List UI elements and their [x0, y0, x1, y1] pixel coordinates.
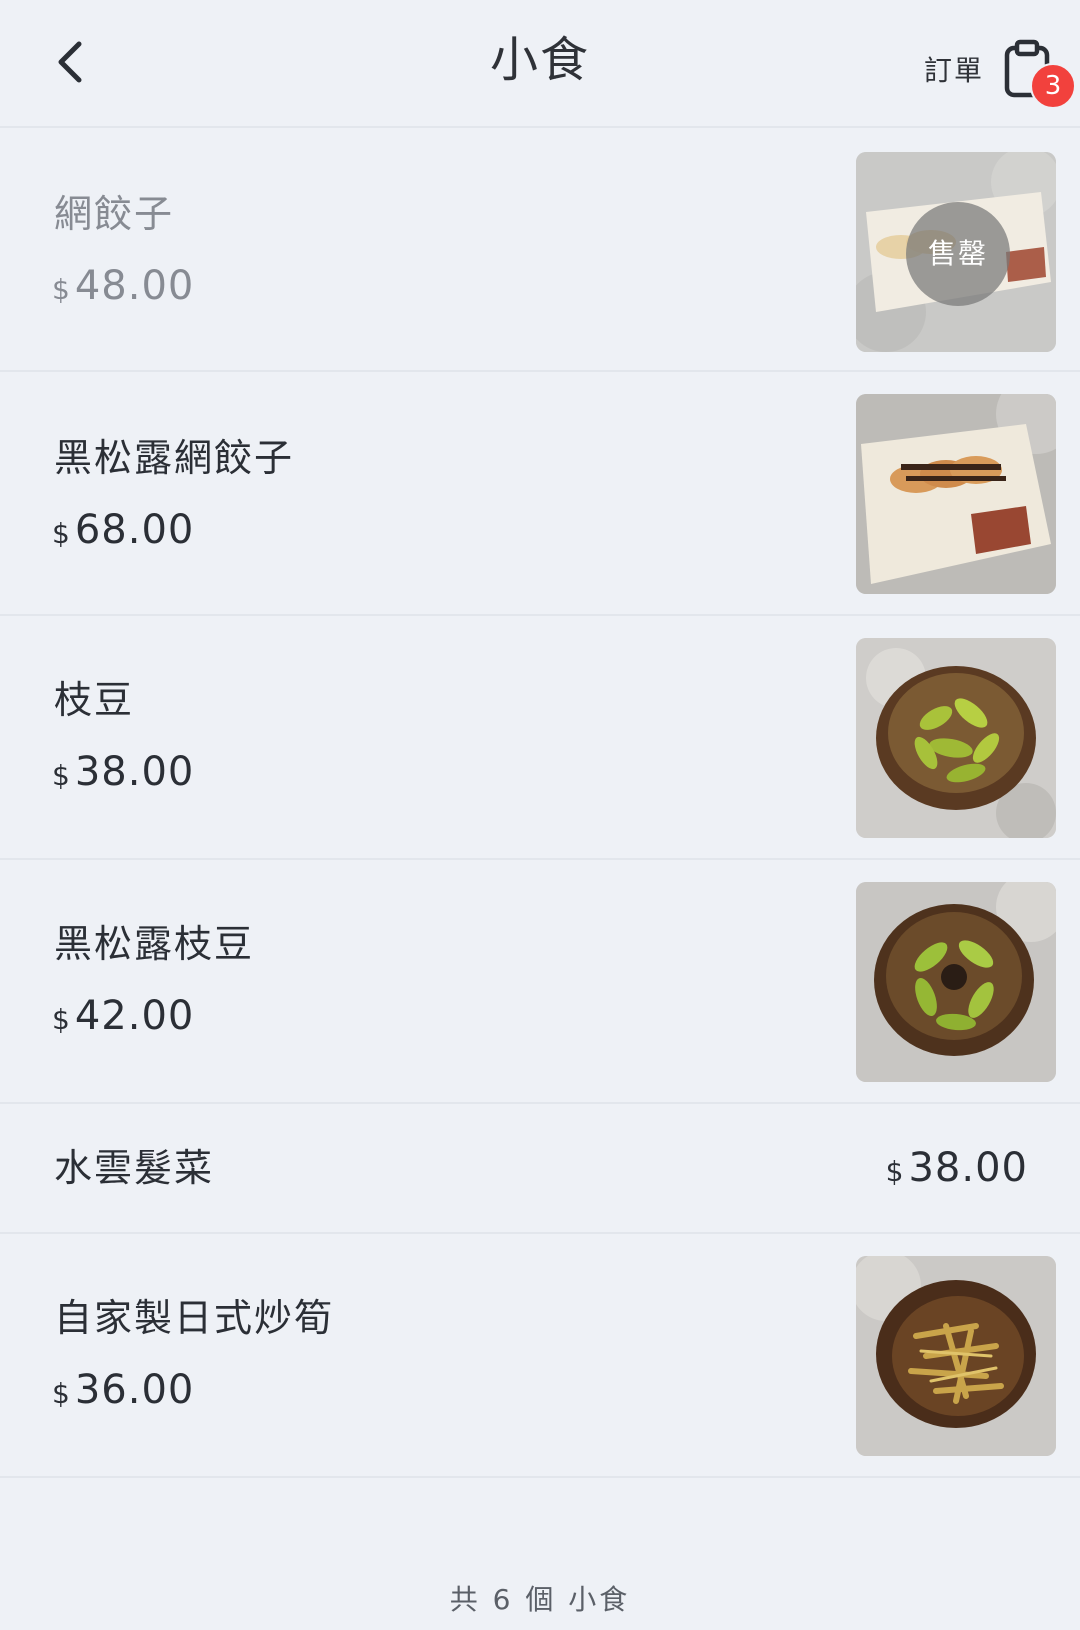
price-value: 36.00 [74, 1367, 195, 1413]
menu-item[interactable]: 水雲髮菜 $38.00 [0, 1104, 1080, 1234]
item-price: $38.00 [52, 748, 194, 800]
orders-label: 訂單 [923, 54, 984, 87]
menu-item[interactable]: 枝豆 $38.00 [0, 616, 1080, 860]
currency-symbol: $ [52, 759, 71, 792]
item-image [856, 1256, 1056, 1456]
currency-symbol: $ [885, 1155, 905, 1188]
truffle-edamame-bowl-image [856, 882, 1056, 1082]
item-price: $36.00 [52, 1366, 194, 1418]
item-image [856, 638, 1056, 838]
item-count-summary: 共 6 個 小食 [449, 1583, 631, 1616]
clipboard-icon-wrap: 3 [1002, 39, 1076, 109]
item-name: 黑松露枝豆 [54, 922, 255, 966]
currency-symbol: $ [52, 273, 71, 306]
item-name: 網餃子 [54, 192, 175, 236]
item-image [856, 882, 1056, 1082]
edamame-bowl-image [856, 638, 1056, 838]
sold-out-badge: 售罄 [906, 202, 1010, 306]
menu-item[interactable]: 黑松露枝豆 $42.00 [0, 860, 1080, 1104]
price-value: 38.00 [908, 1145, 1028, 1191]
item-price: $48.00 [52, 262, 194, 314]
item-name: 枝豆 [54, 678, 135, 722]
item-price: $68.00 [52, 506, 194, 558]
item-name: 黑松露網餃子 [54, 436, 295, 480]
menu-item[interactable]: 黑松露網餃子 $68.00 [0, 372, 1080, 616]
top-bar: 小食 訂單 3 [0, 0, 1080, 128]
price-value: 48.00 [74, 263, 195, 309]
currency-symbol: $ [52, 517, 71, 550]
bamboo-shoot-bowl-image [856, 1256, 1056, 1456]
order-count-badge: 3 [1030, 63, 1076, 109]
menu-item[interactable]: 自家製日式炒筍 $36.00 [0, 1234, 1080, 1478]
gyoza-plate-image [856, 394, 1056, 594]
menu-item[interactable]: 網餃子 $48.00 售罄 [0, 128, 1080, 372]
item-image [856, 394, 1056, 594]
price-value: 68.00 [74, 507, 195, 553]
item-price: $38.00 [886, 1144, 1028, 1196]
page-title: 小食 [489, 32, 590, 88]
item-image: 售罄 [856, 152, 1056, 352]
item-price: $42.00 [52, 992, 194, 1044]
price-value: 38.00 [74, 749, 195, 795]
price-value: 42.00 [74, 993, 195, 1039]
currency-symbol: $ [52, 1003, 71, 1036]
item-name: 自家製日式炒筍 [54, 1296, 335, 1340]
item-name: 水雲髮菜 [54, 1146, 215, 1190]
currency-symbol: $ [52, 1377, 71, 1410]
orders-button[interactable]: 訂單 3 [923, 34, 1076, 109]
